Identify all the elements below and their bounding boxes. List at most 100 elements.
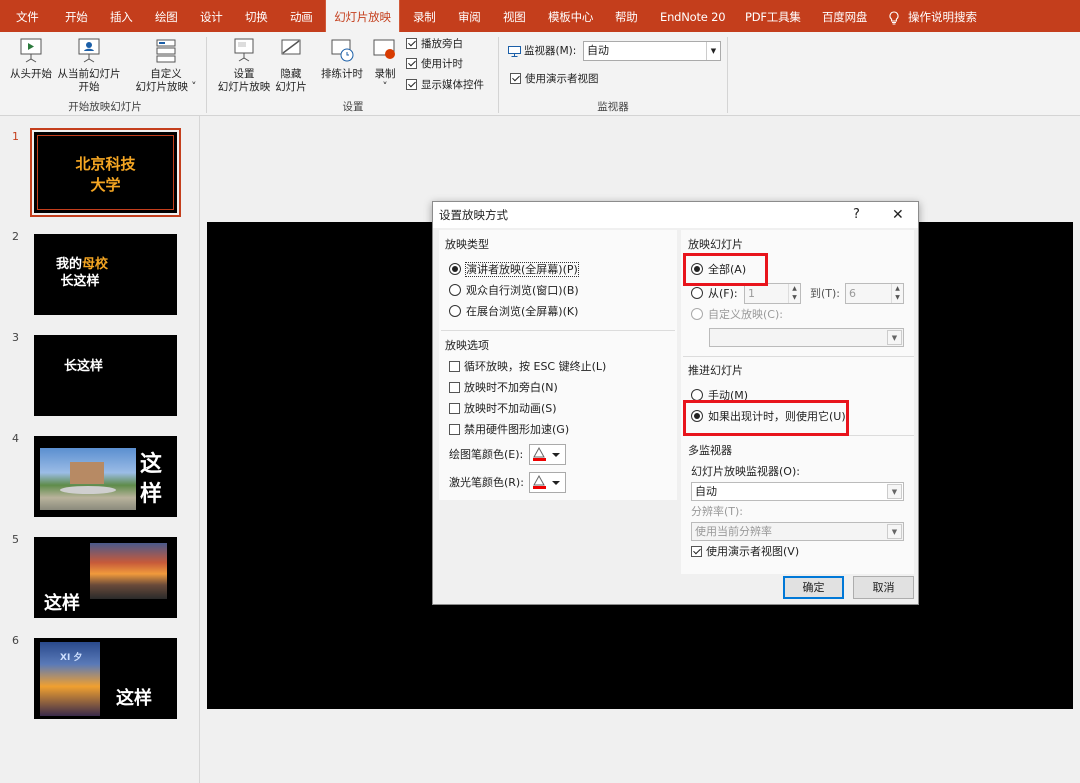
presented-by-speaker-radio[interactable]: 演讲者放映(全屏幕)(P) bbox=[449, 262, 579, 277]
browsed-by-individual-radio[interactable]: 观众自行浏览(窗口)(B) bbox=[449, 284, 579, 298]
slide-number: 6 bbox=[12, 634, 19, 647]
radio-label: 在展台浏览(全屏幕)(K) bbox=[466, 305, 579, 318]
use-presenter-view-checkbox[interactable]: 使用演示者视图 bbox=[510, 72, 599, 85]
tab-review[interactable]: 审阅 bbox=[458, 0, 481, 32]
slide-text-line-2: 长这样 bbox=[60, 274, 100, 289]
tab-insert[interactable]: 插入 bbox=[110, 0, 133, 32]
slide-show-monitor-select[interactable]: 自动 ▼ bbox=[691, 482, 904, 501]
hide-slide-button[interactable]: 隐藏 幻灯片 bbox=[272, 36, 310, 94]
show-media-label: 显示媒体控件 bbox=[421, 79, 484, 91]
close-icon[interactable]: ✕ bbox=[892, 202, 904, 228]
radio-indicator[interactable] bbox=[449, 263, 461, 275]
tab-template-center[interactable]: 模板中心 bbox=[548, 0, 593, 32]
help-icon[interactable]: ? bbox=[853, 202, 860, 228]
custom-show-label-2: 幻灯片放映 bbox=[135, 81, 188, 93]
slide-thumbnail-4[interactable]: 这样 bbox=[34, 436, 177, 517]
radio-label: 观众自行浏览(窗口)(B) bbox=[466, 284, 579, 297]
building-shape bbox=[70, 462, 104, 484]
loop-continuously-checkbox[interactable]: 循环放映，按 ESC 键终止(L) bbox=[449, 360, 606, 374]
use-presenter-view-checkbox[interactable]: 使用演示者视图(V) bbox=[691, 545, 799, 559]
tab-animations[interactable]: 动画 bbox=[290, 0, 313, 32]
show-slides-heading: 放映幻灯片 bbox=[688, 238, 743, 251]
tab-view[interactable]: 视图 bbox=[503, 0, 526, 32]
hide-slide-icon bbox=[281, 39, 301, 55]
record-dropdown-icon[interactable]: ˅ bbox=[382, 81, 387, 93]
campus-photo bbox=[40, 448, 136, 510]
setup-label-1: 设置 bbox=[233, 68, 255, 80]
tab-help[interactable]: 帮助 bbox=[615, 0, 638, 32]
tab-baidu-netdisk[interactable]: 百度网盘 bbox=[822, 0, 867, 32]
without-animation-checkbox[interactable]: 放映时不加动画(S) bbox=[449, 402, 557, 416]
tab-slide-show[interactable]: 幻灯片放映 bbox=[325, 0, 400, 32]
show-media-check[interactable] bbox=[406, 78, 417, 90]
rehearse-timings-button[interactable]: 排练计时 bbox=[318, 36, 366, 81]
use-timings-check[interactable] bbox=[406, 57, 417, 69]
without-narration-checkbox[interactable]: 放映时不加旁白(N) bbox=[449, 381, 558, 395]
monitor-select[interactable]: 自动 ▼ bbox=[583, 41, 721, 61]
checkbox-indicator[interactable] bbox=[449, 381, 460, 393]
radio-indicator[interactable] bbox=[449, 284, 461, 296]
disable-hardware-acceleration-checkbox[interactable]: 禁用硬件图形加速(G) bbox=[449, 423, 569, 437]
tab-file[interactable]: 文件 bbox=[16, 0, 39, 32]
chevron-down-icon[interactable]: ▼ bbox=[887, 484, 902, 499]
ok-button[interactable]: 确定 bbox=[783, 576, 844, 599]
tab-home[interactable]: 开始 bbox=[65, 0, 88, 32]
monitor-select-value: 自动 bbox=[695, 485, 717, 498]
checkbox-indicator[interactable] bbox=[449, 423, 460, 435]
fountain-shape bbox=[60, 486, 116, 494]
pen-color-icon bbox=[533, 446, 560, 461]
tab-record[interactable]: 录制 bbox=[413, 0, 436, 32]
tab-transitions[interactable]: 切换 bbox=[245, 0, 268, 32]
search-label: 操作说明搜索 bbox=[908, 10, 977, 24]
slide-thumbnail-6[interactable]: XI 夕 这样 bbox=[34, 638, 177, 719]
checkbox-label: 放映时不加动画(S) bbox=[464, 402, 557, 415]
slide-thumbnail-2[interactable]: 我的母校 长这样 bbox=[34, 234, 177, 315]
chevron-down-icon[interactable]: ▼ bbox=[706, 42, 720, 60]
tab-draw[interactable]: 绘图 bbox=[155, 0, 178, 32]
slide-thumbnail-3[interactable]: 长这样 bbox=[34, 335, 177, 416]
laser-color-picker[interactable] bbox=[529, 472, 566, 493]
play-narrations-check[interactable] bbox=[406, 37, 417, 49]
slide-thumbnail-5[interactable]: 这样 bbox=[34, 537, 177, 618]
to-spinner[interactable]: 6 ▲ ▼ bbox=[845, 283, 904, 304]
radio-indicator[interactable] bbox=[691, 287, 703, 299]
radio-indicator[interactable] bbox=[449, 305, 461, 317]
show-media-controls-checkbox[interactable]: 显示媒体控件 bbox=[406, 78, 484, 91]
radio-label: 自定义放映(C): bbox=[708, 308, 783, 321]
from-slides-radio[interactable]: 从(F): bbox=[691, 287, 738, 301]
record-button[interactable]: 录制 ˅ bbox=[370, 36, 400, 94]
checkbox-indicator[interactable] bbox=[691, 545, 702, 557]
dusk-photo: XI 夕 bbox=[40, 642, 100, 716]
play-narrations-checkbox[interactable]: 播放旁白 bbox=[406, 37, 463, 50]
tab-pdf-tools[interactable]: PDF工具集 bbox=[745, 0, 801, 32]
monitor-icon bbox=[508, 45, 521, 57]
presenter-view-check[interactable] bbox=[510, 72, 521, 84]
from-spinner[interactable]: 1 ▲ ▼ bbox=[744, 283, 801, 304]
pen-color-label: 绘图笔颜色(E): bbox=[449, 448, 524, 461]
cancel-button[interactable]: 取消 bbox=[853, 576, 914, 599]
from-beginning-label: 从头开始 bbox=[10, 68, 52, 80]
spin-arrows-icon[interactable]: ▲ ▼ bbox=[788, 284, 800, 303]
tab-endnote[interactable]: EndNote 20 bbox=[660, 0, 726, 32]
checkbox-label: 放映时不加旁白(N) bbox=[464, 381, 558, 394]
from-beginning-button[interactable]: 从头开始 bbox=[8, 36, 54, 81]
set-up-slide-show-button[interactable]: 设置 幻灯片放映 bbox=[214, 36, 274, 94]
checkbox-indicator[interactable] bbox=[449, 402, 460, 414]
spin-arrows-icon[interactable]: ▲ ▼ bbox=[891, 284, 903, 303]
browsed-at-kiosk-radio[interactable]: 在展台浏览(全屏幕)(K) bbox=[449, 305, 578, 319]
custom-slide-show-button[interactable]: 自定义 幻灯片放映 ˅ bbox=[133, 36, 199, 94]
from-current-slide-button[interactable]: 从当前幻灯片 开始 bbox=[56, 36, 122, 94]
pen-color-picker[interactable] bbox=[529, 444, 566, 465]
tab-design[interactable]: 设计 bbox=[200, 0, 223, 32]
tell-me-search[interactable]: 操作说明搜索 bbox=[888, 0, 977, 32]
slide-title-line-2: 大学 bbox=[90, 176, 121, 194]
slide-thumbnail-1[interactable]: 北京科技 大学 bbox=[30, 128, 181, 217]
custom-show-label-1: 自定义 bbox=[150, 68, 182, 80]
use-timings-checkbox[interactable]: 使用计时 bbox=[406, 57, 463, 70]
checkbox-indicator[interactable] bbox=[449, 360, 460, 372]
set-up-show-dialog: 设置放映方式 ? ✕ 放映类型 演讲者放映(全屏幕)(P) 观众自行浏览(窗口)… bbox=[432, 201, 919, 605]
dialog-title-bar: 设置放映方式 bbox=[433, 202, 918, 228]
custom-show-radio: 自定义放映(C): bbox=[691, 308, 783, 322]
slide-text: 这样 bbox=[44, 593, 80, 614]
slide-number: 5 bbox=[12, 533, 19, 546]
